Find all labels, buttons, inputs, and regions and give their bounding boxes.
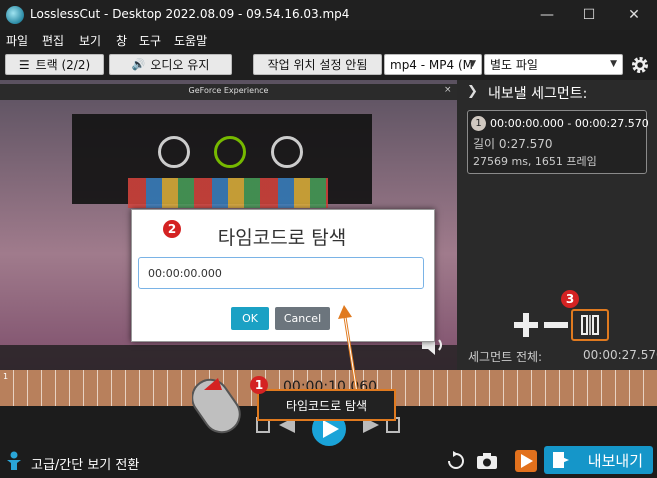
segments-total-label: 세그먼트 전체: (468, 350, 543, 364)
close-button[interactable]: ✕ (612, 0, 656, 30)
list-icon: ☰ (18, 57, 30, 72)
format-value: mp4 - MP4 (M (390, 57, 473, 72)
export-button[interactable]: 내보내기 (544, 446, 653, 474)
tracks-button[interactable]: ☰ 트랙 (2/2) (5, 54, 104, 75)
split-segment-button[interactable] (571, 309, 609, 341)
tooltip: 타임코드로 탐색 (257, 389, 396, 421)
app-logo-icon (6, 6, 24, 24)
audio-keep-button[interactable]: 🔊 오디오 유지 (109, 54, 232, 75)
menu-window[interactable]: 창 (116, 32, 127, 49)
camera-icon[interactable] (476, 452, 498, 470)
broadcast-icon (271, 136, 303, 168)
gear-icon[interactable] (630, 55, 650, 75)
ok-button[interactable]: OK (231, 307, 269, 330)
timecode-input[interactable] (138, 257, 424, 289)
menu-help[interactable]: 도움말 (174, 32, 207, 49)
tracks-label: 트랙 (2/2) (35, 58, 91, 72)
rotate-icon[interactable] (445, 450, 467, 472)
minimize-button[interactable]: — (525, 0, 569, 30)
replay-icon (214, 136, 246, 168)
cancel-button[interactable]: Cancel (275, 307, 330, 330)
working-dir-button[interactable]: 작업 위치 설정 안됨 (253, 54, 382, 75)
step-badge-1: 1 (250, 376, 268, 394)
annotation-arrow (338, 305, 359, 394)
segments-total-value: 00:00:27.570 (583, 348, 657, 362)
step-badge-3: 3 (561, 290, 579, 308)
video-thumbnails (128, 178, 328, 208)
format-select[interactable]: mp4 - MP4 (M ▼ (384, 54, 482, 75)
audio-label: 오디오 유지 (150, 58, 210, 72)
segment-range: 00:00:00.000 - 00:00:27.570 (490, 117, 649, 130)
output-mode-value: 별도 파일 (490, 58, 538, 72)
chevron-down-icon: ▼ (610, 59, 617, 69)
export-icon (553, 452, 569, 468)
segments-header: 내보낼 세그먼트: (488, 86, 588, 102)
segment-duration: 길이 0:27.570 (473, 137, 553, 151)
record-icon (158, 136, 190, 168)
speaker-icon: 🔊 (131, 58, 146, 71)
chevron-down-icon: ▼ (469, 59, 476, 69)
play-icon (323, 420, 339, 438)
overlay-close-icon: × (444, 85, 452, 95)
output-mode-select[interactable]: 별도 파일 ▼ (484, 54, 623, 75)
mouse-icon (192, 378, 241, 434)
segment-details: 27569 ms, 1651 프레임 (473, 155, 597, 168)
view-toggle-label[interactable]: 고급/간단 보기 전환 (31, 454, 139, 473)
step-badge-2: 2 (163, 220, 181, 238)
chevron-right-icon[interactable]: ❯ (467, 84, 478, 99)
add-segment-icon[interactable] (514, 313, 538, 337)
split-icon (581, 315, 599, 335)
window-title: LosslessCut - Desktop 2022.08.09 - 09.54… (30, 7, 350, 21)
timeline-segment-marker: 1 (3, 372, 9, 381)
menu-view[interactable]: 보기 (79, 32, 101, 49)
export-mode-button[interactable] (515, 450, 537, 472)
overlay-app-title: GeForce Experience (188, 86, 269, 95)
remove-segment-icon[interactable] (544, 313, 568, 337)
video-taskbar (0, 345, 457, 370)
person-icon[interactable] (6, 451, 22, 471)
menu-file[interactable]: 파일 (6, 32, 28, 49)
export-label: 내보내기 (587, 451, 643, 470)
menu-edit[interactable]: 편집 (42, 32, 64, 49)
segment-number: 1 (471, 116, 486, 131)
maximize-button[interactable]: ☐ (567, 0, 611, 30)
play-icon (521, 454, 533, 468)
menu-tools[interactable]: 도구 (139, 32, 161, 49)
